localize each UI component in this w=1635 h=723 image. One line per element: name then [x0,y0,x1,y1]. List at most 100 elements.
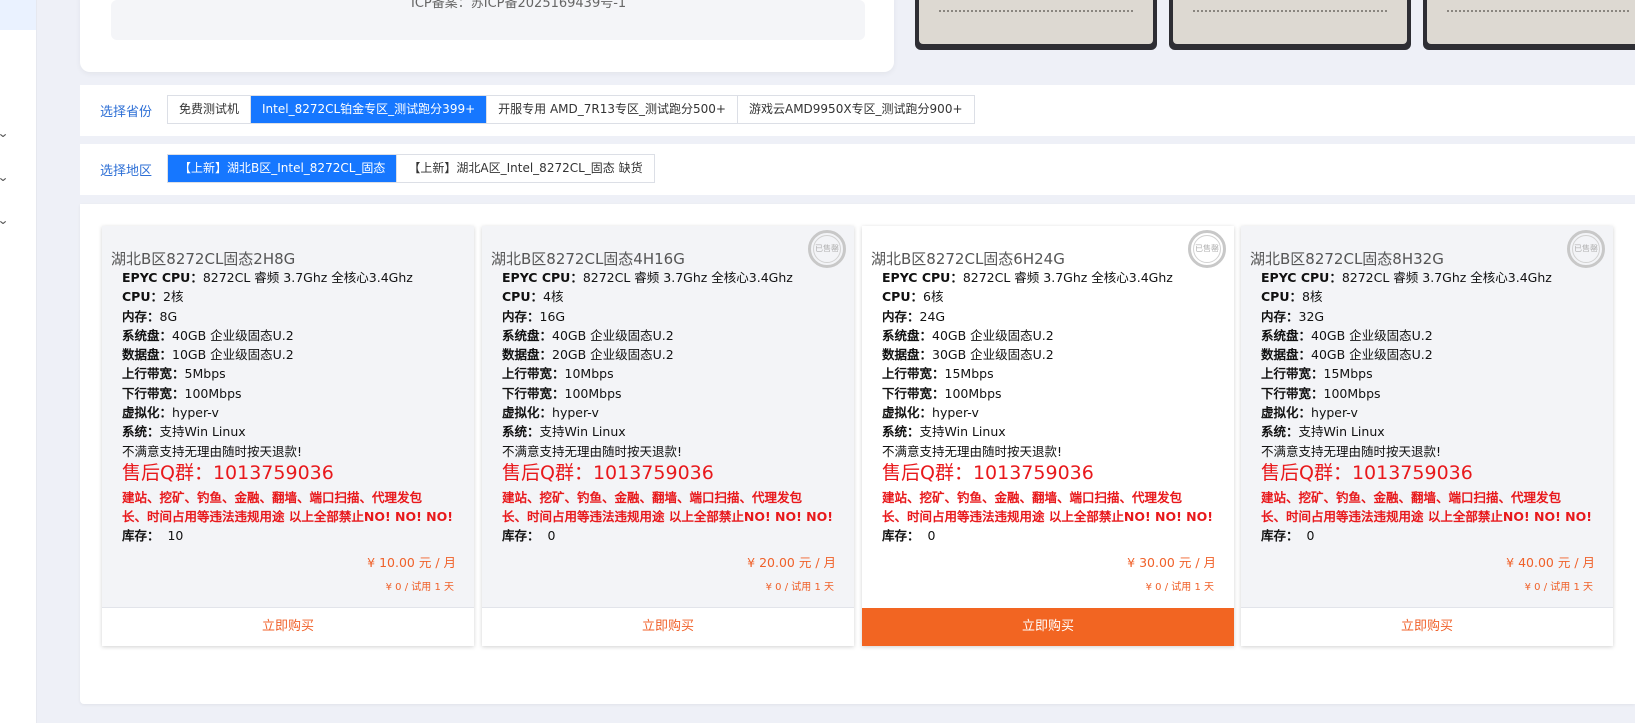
usage-warning-line1: 建站、挖矿、钓鱼、金融、翻墙、端口扫描、代理发包 [882,489,1183,505]
usage-warning-line2: 长、时间占用等违法违规用途 以上全部禁止NO! NO! NO! [502,508,833,524]
spec-virtualization: 虚拟化：hyper-v [502,405,599,421]
footer-info-card: ICP备案：苏ICP备2025169439号-1 [80,0,894,72]
chevron-down-icon[interactable]: ⌄ [0,126,9,140]
icp-record-text[interactable]: ICP备案：苏ICP备2025169439号-1 [411,0,626,11]
usage-warning-line2: 长、时间占用等违法违规用途 以上全部禁止NO! NO! NO! [882,508,1213,524]
spec-system-disk: 系统盘：40GB 企业级固态U.2 [882,327,1054,343]
province-tab[interactable]: 免费测试机 [168,96,252,123]
spec-memory: 内存：8G [122,308,178,324]
left-sidebar: ⌄ ⌄ ⌄ [0,0,37,723]
product-card: 已售罄 湖北B区8272CL固态4H16G EPYC CPU：8272CL 睿频… [482,226,854,646]
product-price: ¥ 40.00 元 / 月 [1506,555,1595,570]
stock-info: 库存： 0 [502,527,556,543]
chevron-down-icon[interactable]: ⌄ [0,170,9,184]
province-filter-row: 选择省份 免费测试机 Intel_8272CL铂金专区_测试跑分399+ 开服专用 … [80,85,1635,136]
usage-warning-line2: 长、时间占用等违法违规用途 以上全部禁止NO! NO! NO! [122,508,453,524]
spec-cpu: CPU：8核 [1261,289,1323,305]
stock-info: 库存： 0 [1261,527,1315,543]
certificate-image[interactable] [915,0,1157,50]
province-tab[interactable]: Intel_8272CL铂金专区_测试跑分399+ [251,96,488,123]
product-card: 湖北B区8272CL固态2H8G EPYC CPU：8272CL 睿频 3.7G… [102,226,474,646]
buy-now-button[interactable]: 立即购买 [482,607,854,646]
stock-info: 库存： 10 [122,527,184,543]
chevron-down-icon[interactable]: ⌄ [0,213,9,227]
spec-system-disk: 系统盘：40GB 企业级固态U.2 [122,327,294,343]
product-name: 湖北B区8272CL固态2H8G [111,250,296,268]
spec-upload-bandwidth: 上行带宽：15Mbps [882,366,994,382]
usage-warning-line1: 建站、挖矿、钓鱼、金融、翻墙、端口扫描、代理发包 [1261,489,1562,505]
region-tab[interactable]: 【上新】湖北A区_Intel_8272CL_固态 缺货 [397,155,653,182]
spec-cpu: CPU：2核 [122,289,184,305]
spec-upload-bandwidth: 上行带宽：5Mbps [122,366,226,382]
spec-os: 系统：支持Win Linux [122,424,246,440]
trial-price: ¥ 0 / 试用 1 天 [1145,582,1214,593]
sold-out-stamp-icon: 已售罄 [1188,230,1226,268]
product-specs: EPYC CPU：8272CL 睿频 3.7Ghz 全核心3.4Ghz CPU：… [502,268,833,545]
spec-virtualization: 虚拟化：hyper-v [122,405,219,421]
sold-out-stamp-icon: 已售罄 [1567,230,1605,268]
certificate-image[interactable] [1169,0,1411,50]
spec-data-disk: 数据盘：10GB 企业级固态U.2 [122,347,294,363]
spec-data-disk: 数据盘：30GB 企业级固态U.2 [882,347,1054,363]
spec-cpu-model: EPYC CPU：8272CL 睿频 3.7Ghz 全核心3.4Ghz [122,270,413,285]
region-filter-row: 选择地区 【上新】湖北B区_Intel_8272CL_固态 【上新】湖北A区_In… [80,144,1635,195]
region-tab[interactable]: 【上新】湖北B区_Intel_8272CL_固态 [168,155,398,182]
usage-warning-line1: 建站、挖矿、钓鱼、金融、翻墙、端口扫描、代理发包 [502,489,803,505]
spec-data-disk: 数据盘：20GB 企业级固态U.2 [502,347,674,363]
province-label: 选择省份 [100,105,153,120]
spec-upload-bandwidth: 上行带宽：15Mbps [1261,366,1373,382]
spec-download-bandwidth: 下行带宽：100Mbps [122,385,242,401]
support-qq-group: 售后Q群：1013759036 [882,461,1094,484]
spec-download-bandwidth: 下行带宽：100Mbps [502,385,622,401]
product-name: 湖北B区8272CL固态4H16G [491,250,685,268]
buy-now-button[interactable]: 立即购买 [1241,607,1613,646]
spec-download-bandwidth: 下行带宽：100Mbps [882,385,1002,401]
spec-upload-bandwidth: 上行带宽：10Mbps [502,366,614,382]
province-tabs: 免费测试机 Intel_8272CL铂金专区_测试跑分399+ 开服专用 AMD_7… [167,95,975,124]
spec-virtualization: 虚拟化：hyper-v [1261,405,1358,421]
support-qq-group: 售后Q群：1013759036 [502,461,714,484]
product-price: ¥ 20.00 元 / 月 [747,555,836,570]
province-tab[interactable]: 开服专用 AMD_7R13专区_测试跑分500+ [487,96,738,123]
sold-out-stamp-icon: 已售罄 [808,230,846,268]
spec-memory: 内存：16G [502,308,566,324]
usage-warning-line2: 长、时间占用等违法违规用途 以上全部禁止NO! NO! NO! [1261,508,1592,524]
sidebar-active-item[interactable] [0,0,36,30]
trial-price: ¥ 0 / 试用 1 天 [1524,582,1593,593]
certificate-image[interactable] [1423,0,1635,50]
product-price: ¥ 30.00 元 / 月 [1127,555,1216,570]
product-name: 湖北B区8272CL固态8H32G [1250,250,1444,268]
product-specs: EPYC CPU：8272CL 睿频 3.7Ghz 全核心3.4Ghz CPU：… [122,268,453,545]
spec-data-disk: 数据盘：40GB 企业级固态U.2 [1261,347,1433,363]
region-label: 选择地区 [100,164,153,179]
spec-system-disk: 系统盘：40GB 企业级固态U.2 [1261,327,1433,343]
usage-warning-line1: 建站、挖矿、钓鱼、金融、翻墙、端口扫描、代理发包 [122,489,423,505]
support-qq-group: 售后Q群：1013759036 [1261,461,1473,484]
buy-now-button[interactable]: 立即购买 [102,607,474,646]
spec-cpu: CPU：6核 [882,289,944,305]
spec-os: 系统：支持Win Linux [882,424,1006,440]
product-card: 已售罄 湖北B区8272CL固态6H24G EPYC CPU：8272CL 睿频… [862,226,1234,646]
buy-now-button[interactable]: 立即购买 [862,608,1234,646]
product-card: 已售罄 湖北B区8272CL固态8H32G EPYC CPU：8272CL 睿频… [1241,226,1613,646]
spec-os: 系统：支持Win Linux [1261,424,1385,440]
product-specs: EPYC CPU：8272CL 睿频 3.7Ghz 全核心3.4Ghz CPU：… [1261,268,1592,545]
stock-info: 库存： 0 [882,527,936,543]
support-qq-group: 售后Q群：1013759036 [122,461,334,484]
trial-price: ¥ 0 / 试用 1 天 [765,582,834,593]
region-tabs: 【上新】湖北B区_Intel_8272CL_固态 【上新】湖北A区_Intel_8… [167,154,655,183]
spec-cpu-model: EPYC CPU：8272CL 睿频 3.7Ghz 全核心3.4Ghz [1261,270,1552,285]
spec-cpu: CPU：4核 [502,289,564,305]
spec-os: 系统：支持Win Linux [502,424,626,440]
province-tab[interactable]: 游戏云AMD9950X专区_测试跑分900+ [738,96,974,123]
spec-memory: 内存：32G [1261,308,1325,324]
footer-inner-panel: ICP备案：苏ICP备2025169439号-1 [111,0,865,40]
trial-price: ¥ 0 / 试用 1 天 [385,582,454,593]
product-list: 湖北B区8272CL固态2H8G EPYC CPU：8272CL 睿频 3.7G… [80,204,1635,704]
product-price: ¥ 10.00 元 / 月 [367,555,456,570]
spec-cpu-model: EPYC CPU：8272CL 睿频 3.7Ghz 全核心3.4Ghz [882,270,1173,285]
product-name: 湖北B区8272CL固态6H24G [871,250,1065,268]
product-specs: EPYC CPU：8272CL 睿频 3.7Ghz 全核心3.4Ghz CPU：… [882,268,1213,545]
spec-cpu-model: EPYC CPU：8272CL 睿频 3.7Ghz 全核心3.4Ghz [502,270,793,285]
spec-download-bandwidth: 下行带宽：100Mbps [1261,385,1381,401]
